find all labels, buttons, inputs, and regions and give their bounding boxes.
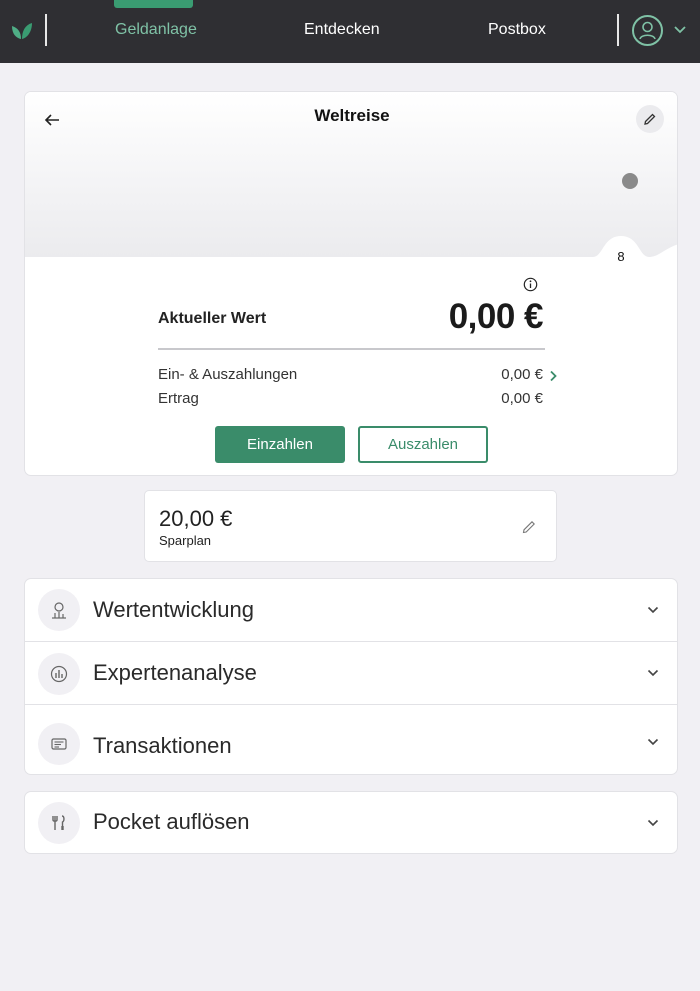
slider-handle[interactable]	[622, 173, 638, 189]
chevron-down-icon[interactable]	[673, 22, 687, 36]
section-pocket-aufloesen[interactable]: Pocket auflösen	[24, 791, 678, 854]
slider-number: 8	[617, 249, 625, 264]
nav-divider	[617, 14, 619, 46]
section-expertenanalyse[interactable]: Expertenanalyse	[25, 641, 677, 704]
nav-active-indicator	[114, 0, 193, 8]
nav-divider	[45, 14, 47, 46]
deposits-withdrawals-label[interactable]: Ein- & Auszahlungen	[158, 366, 297, 383]
chevron-down-icon	[647, 819, 659, 827]
chevron-down-icon	[647, 738, 659, 746]
nav-item-entdecken[interactable]: Entdecken	[304, 21, 380, 39]
chart-growth-icon	[38, 589, 80, 631]
info-icon[interactable]	[523, 277, 538, 292]
header-notch	[25, 236, 677, 266]
top-navigation: Geldanlage Entdecken Postbox	[0, 0, 700, 63]
pocket-card: Weltreise 8 Aktueller Wert 0,00 € Ein- &…	[24, 91, 678, 476]
transactions-icon	[38, 723, 80, 765]
user-avatar-icon[interactable]	[632, 15, 663, 46]
page-title: Weltreise	[314, 106, 390, 125]
earnings-value: 0,00 €	[501, 390, 543, 407]
leaf-logo-icon[interactable]	[10, 20, 34, 42]
savings-plan-label: Sparplan	[159, 533, 212, 548]
earnings-label: Ertrag	[158, 390, 199, 407]
section-label: Transaktionen	[93, 733, 232, 758]
nav-item-geldanlage[interactable]: Geldanlage	[115, 21, 197, 39]
analysis-icon	[38, 653, 80, 695]
section-label: Expertenanalyse	[93, 660, 257, 685]
pencil-icon	[644, 113, 656, 125]
deposits-withdrawals-value[interactable]: 0,00 €	[501, 366, 543, 383]
savings-plan-card[interactable]: 20,00 € Sparplan	[144, 490, 557, 562]
deposit-button[interactable]: Einzahlen	[215, 426, 345, 463]
chevron-down-icon	[647, 669, 659, 677]
chevron-right-icon[interactable]	[549, 370, 557, 382]
current-value-label: Aktueller Wert	[158, 310, 267, 327]
details-accordion: Wertentwicklung Expertenanalyse Transakt…	[24, 578, 678, 775]
divider	[158, 348, 545, 350]
savings-plan-amount: 20,00 €	[159, 506, 233, 531]
section-label: Wertentwicklung	[93, 597, 254, 622]
chevron-down-icon	[647, 606, 659, 614]
section-wertentwicklung[interactable]: Wertentwicklung	[25, 579, 677, 641]
tools-icon	[38, 802, 80, 844]
section-transaktionen[interactable]: Transaktionen	[25, 704, 677, 774]
edit-title-button[interactable]	[636, 105, 664, 133]
withdraw-button[interactable]: Auszahlen	[358, 426, 488, 463]
nav-item-postbox[interactable]: Postbox	[488, 21, 546, 39]
section-label: Pocket auflösen	[93, 809, 250, 834]
pencil-icon[interactable]	[521, 519, 537, 535]
current-value: 0,00 €	[448, 297, 544, 336]
